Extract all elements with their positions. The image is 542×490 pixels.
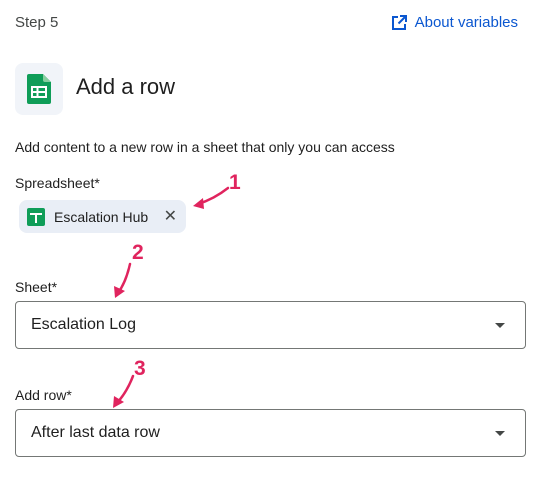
add-row-select[interactable]: After last data row bbox=[15, 409, 526, 457]
app-icon-tile bbox=[15, 63, 63, 115]
spreadsheet-label: Spreadsheet* bbox=[15, 175, 100, 191]
about-variables-label: About variables bbox=[414, 14, 518, 31]
add-row-select-value: After last data row bbox=[31, 424, 160, 441]
google-sheets-icon bbox=[27, 74, 51, 104]
about-variables-link[interactable]: About variables bbox=[391, 14, 518, 31]
sheet-select[interactable]: Escalation Log bbox=[15, 301, 526, 349]
annotation-arrow-1 bbox=[193, 186, 230, 209]
google-sheets-icon bbox=[27, 207, 45, 226]
sheet-label: Sheet* bbox=[15, 279, 58, 295]
dropdown-arrow-icon bbox=[495, 322, 505, 328]
sheet-select-value: Escalation Log bbox=[31, 316, 136, 333]
action-description: Add content to a new row in a sheet that… bbox=[15, 139, 395, 155]
dropdown-arrow-icon bbox=[495, 430, 505, 436]
annotation-arrow-3 bbox=[113, 374, 135, 408]
step-label: Step 5 bbox=[15, 14, 59, 31]
action-title: Add a row bbox=[76, 74, 176, 99]
annotation-arrow-2 bbox=[114, 262, 132, 298]
add-row-label: Add row* bbox=[15, 387, 72, 403]
close-icon[interactable]: ✕ bbox=[164, 208, 177, 225]
open-in-new-icon bbox=[391, 14, 407, 30]
spreadsheet-chip[interactable]: Escalation Hub ✕ bbox=[19, 200, 186, 233]
spreadsheet-chip-label: Escalation Hub bbox=[54, 208, 149, 225]
